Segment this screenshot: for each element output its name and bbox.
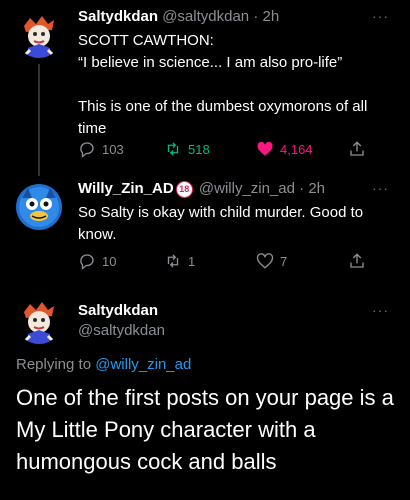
timestamp[interactable]: 2h	[308, 180, 325, 197]
tweet-2[interactable]: Willy_Zin_AD 18 @willy_zin_ad · 2h ··· So…	[0, 176, 410, 276]
retweet-icon	[167, 254, 179, 268]
tweet-line: “I believe in science... I am also pro-l…	[78, 54, 343, 71]
heart-icon	[256, 253, 274, 269]
reply-icon	[80, 142, 94, 158]
willy-avatar-icon	[16, 184, 62, 230]
replying-to: Replying to @willy_zin_ad	[16, 356, 191, 373]
share-icon	[350, 141, 364, 156]
tweet-line: know.	[78, 226, 117, 243]
reply-count: 10	[102, 253, 117, 269]
avatar[interactable]	[16, 184, 62, 230]
reply-button[interactable]: 103	[78, 140, 124, 158]
display-name[interactable]: Willy_Zin_AD	[78, 180, 174, 197]
like-count: 4,164	[280, 141, 313, 157]
tweet-line: My Little Pony character with a	[16, 417, 316, 442]
saltydkdan-avatar-icon	[16, 12, 62, 58]
tweet-text: So Salty is okay with child murder. Good…	[78, 202, 403, 246]
like-button[interactable]: 4,164	[256, 140, 313, 158]
avatar[interactable]	[16, 298, 62, 344]
user-handle[interactable]: @saltydkdan	[162, 8, 249, 25]
display-name[interactable]: Saltydkdan	[78, 8, 158, 25]
handle-row: @saltydkdan	[78, 322, 165, 339]
separator: ·	[253, 8, 259, 25]
share-button[interactable]	[348, 140, 366, 158]
separator: ·	[299, 180, 305, 197]
tweet-line: This is one of the dumbest oxymorons of …	[78, 98, 368, 115]
timestamp[interactable]: 2h	[263, 8, 280, 25]
avatar[interactable]	[16, 12, 62, 58]
tweet-1[interactable]: Saltydkdan @saltydkdan · 2h ··· SCOTT CA…	[0, 0, 410, 176]
tweet-line: SCOTT CAWTHON:	[78, 32, 214, 49]
tweet-line: One of the first posts on your page is a	[16, 385, 394, 410]
reply-button[interactable]: 10	[78, 252, 116, 270]
action-bar: 10 1 7	[78, 252, 403, 272]
like-button[interactable]: 7	[256, 252, 287, 270]
share-icon	[350, 253, 364, 268]
like-count: 7	[280, 253, 288, 269]
retweet-button[interactable]: 518	[164, 140, 210, 158]
tweet-line: So Salty is okay with child murder. Good…	[78, 204, 364, 221]
retweet-count: 1	[188, 253, 196, 269]
more-options-icon[interactable]: ···	[372, 180, 389, 196]
user-handle[interactable]: @willy_zin_ad	[199, 180, 295, 197]
tweet-line	[78, 74, 403, 96]
replying-to-mention[interactable]: @willy_zin_ad	[95, 356, 191, 373]
more-options-icon[interactable]: ···	[372, 302, 389, 318]
user-handle[interactable]: @saltydkdan	[78, 322, 165, 339]
action-bar: 103 518 4,164	[78, 140, 403, 160]
tweet-line: humongous cock and balls	[16, 449, 277, 474]
retweet-count: 518	[188, 141, 210, 157]
tweet-line: time	[78, 120, 107, 137]
display-name-row: Saltydkdan	[78, 302, 158, 319]
saltydkdan-avatar-icon	[16, 298, 62, 344]
age-18-badge-icon: 18	[175, 181, 193, 198]
replying-to-prefix: Replying to	[16, 356, 92, 373]
share-button[interactable]	[348, 252, 366, 270]
tweet-text: SCOTT CAWTHON: “I believe in science... …	[78, 30, 403, 140]
retweet-icon	[167, 142, 179, 156]
tweet-header: Saltydkdan @saltydkdan · 2h	[78, 8, 279, 25]
retweet-button[interactable]: 1	[164, 252, 195, 270]
tweet-3-focused[interactable]: Saltydkdan @saltydkdan ··· Replying to @…	[0, 290, 410, 500]
tweet-text: One of the first posts on your page is a…	[16, 382, 406, 478]
display-name[interactable]: Saltydkdan	[78, 302, 158, 319]
more-options-icon[interactable]: ···	[372, 8, 389, 24]
heart-filled-icon	[257, 141, 273, 156]
reply-icon	[80, 254, 94, 270]
tweet-header: Willy_Zin_AD 18 @willy_zin_ad · 2h	[78, 180, 325, 198]
reply-count: 103	[102, 141, 124, 157]
